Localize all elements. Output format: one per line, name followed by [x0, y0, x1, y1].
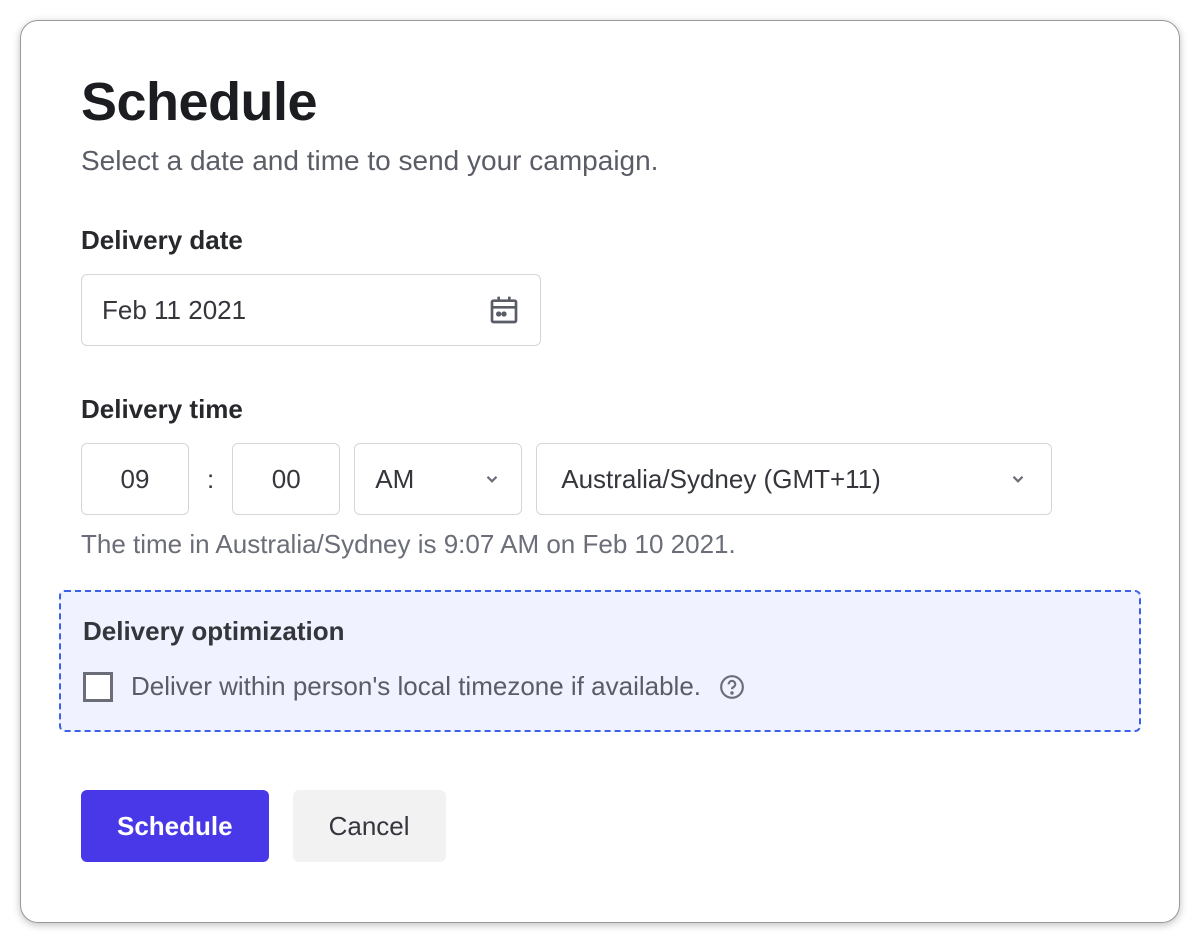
calendar-icon: [488, 294, 520, 326]
delivery-time-label: Delivery time: [81, 394, 1119, 425]
timezone-select[interactable]: Australia/Sydney (GMT+11): [536, 443, 1052, 515]
schedule-button[interactable]: Schedule: [81, 790, 269, 862]
local-timezone-label: Deliver within person's local timezone i…: [131, 671, 701, 702]
local-timezone-checkbox[interactable]: [83, 672, 113, 702]
checkbox-row: Deliver within person's local timezone i…: [83, 671, 1117, 702]
time-input-row: : AM Australia/Sydney (GMT+11): [81, 443, 1119, 515]
chevron-down-icon: [1009, 470, 1027, 488]
minute-input[interactable]: [232, 443, 340, 515]
page-title: Schedule: [81, 71, 1119, 133]
hour-input[interactable]: [81, 443, 189, 515]
button-row: Schedule Cancel: [81, 790, 1119, 862]
ampm-value: AM: [375, 464, 414, 495]
delivery-date-field[interactable]: [81, 274, 541, 346]
delivery-date-input[interactable]: [102, 295, 488, 326]
delivery-date-label: Delivery date: [81, 225, 1119, 256]
delivery-optimization-title: Delivery optimization: [83, 616, 1117, 647]
cancel-button[interactable]: Cancel: [293, 790, 446, 862]
page-subtitle: Select a date and time to send your camp…: [81, 145, 1119, 177]
time-hint: The time in Australia/Sydney is 9:07 AM …: [81, 529, 1119, 560]
ampm-select[interactable]: AM: [354, 443, 522, 515]
chevron-down-icon: [483, 470, 501, 488]
delivery-optimization-panel: Delivery optimization Deliver within per…: [59, 590, 1141, 732]
time-colon: :: [203, 464, 218, 495]
schedule-modal: Schedule Select a date and time to send …: [20, 20, 1180, 923]
timezone-value: Australia/Sydney (GMT+11): [561, 464, 881, 495]
help-icon[interactable]: [719, 674, 745, 700]
